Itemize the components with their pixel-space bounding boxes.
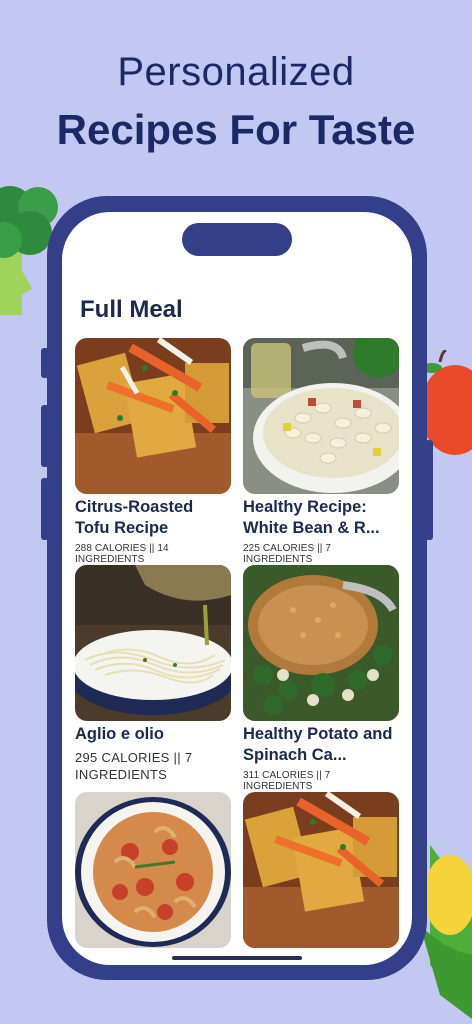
- recipe-meta: 311 CALORIES || 7 INGREDIENTS: [243, 770, 331, 792]
- section-title: Full Meal: [80, 296, 183, 323]
- recipe-image-potato-spinach: [243, 565, 399, 721]
- corn-illustration: [420, 845, 472, 1019]
- recipe-title: Healthy Recipe: White Bean & R...: [243, 498, 380, 537]
- recipe-image-tofu-2: [243, 792, 399, 948]
- home-indicator[interactable]: [172, 956, 302, 960]
- recipe-card[interactable]: Healthy Potato and Spinach Ca... 311 CAL…: [243, 565, 399, 792]
- recipe-card[interactable]: [75, 792, 231, 948]
- recipe-meta: 295 CALORIES || 7 INGREDIENTS: [75, 750, 193, 782]
- headline-line-1: Personalized: [117, 50, 355, 94]
- recipe-card[interactable]: Healthy Recipe: White Bean & R... 225 CA…: [243, 338, 399, 565]
- recipe-meta: 225 CALORIES || 7 INGREDIENTS: [243, 543, 332, 565]
- recipe-title: Healthy Potato and Spinach Ca...: [243, 725, 393, 764]
- recipe-image-fusilli: [75, 792, 231, 948]
- recipe-image-tofu: [75, 338, 231, 494]
- recipe-card[interactable]: Citrus-Roasted Tofu Recipe 288 CALORIES …: [75, 338, 231, 565]
- recipe-meta: 288 CALORIES || 14 INGREDIENTS: [75, 543, 169, 565]
- phone-screen: Full Meal Citrus-Roasted Tofu Recipe 288…: [62, 212, 412, 965]
- recipe-card[interactable]: Aglio e olio 295 CALORIES || 7 INGREDIEN…: [75, 565, 231, 783]
- headline-line-2: Recipes For Taste: [56, 106, 416, 153]
- recipe-title: Citrus-Roasted Tofu Recipe: [75, 498, 194, 537]
- recipe-image-white-bean: [243, 338, 399, 494]
- recipe-card[interactable]: [243, 792, 399, 948]
- recipe-image-aglio-olio: [75, 565, 231, 721]
- dynamic-island: [182, 223, 292, 256]
- recipe-title: Aglio e olio: [75, 725, 164, 743]
